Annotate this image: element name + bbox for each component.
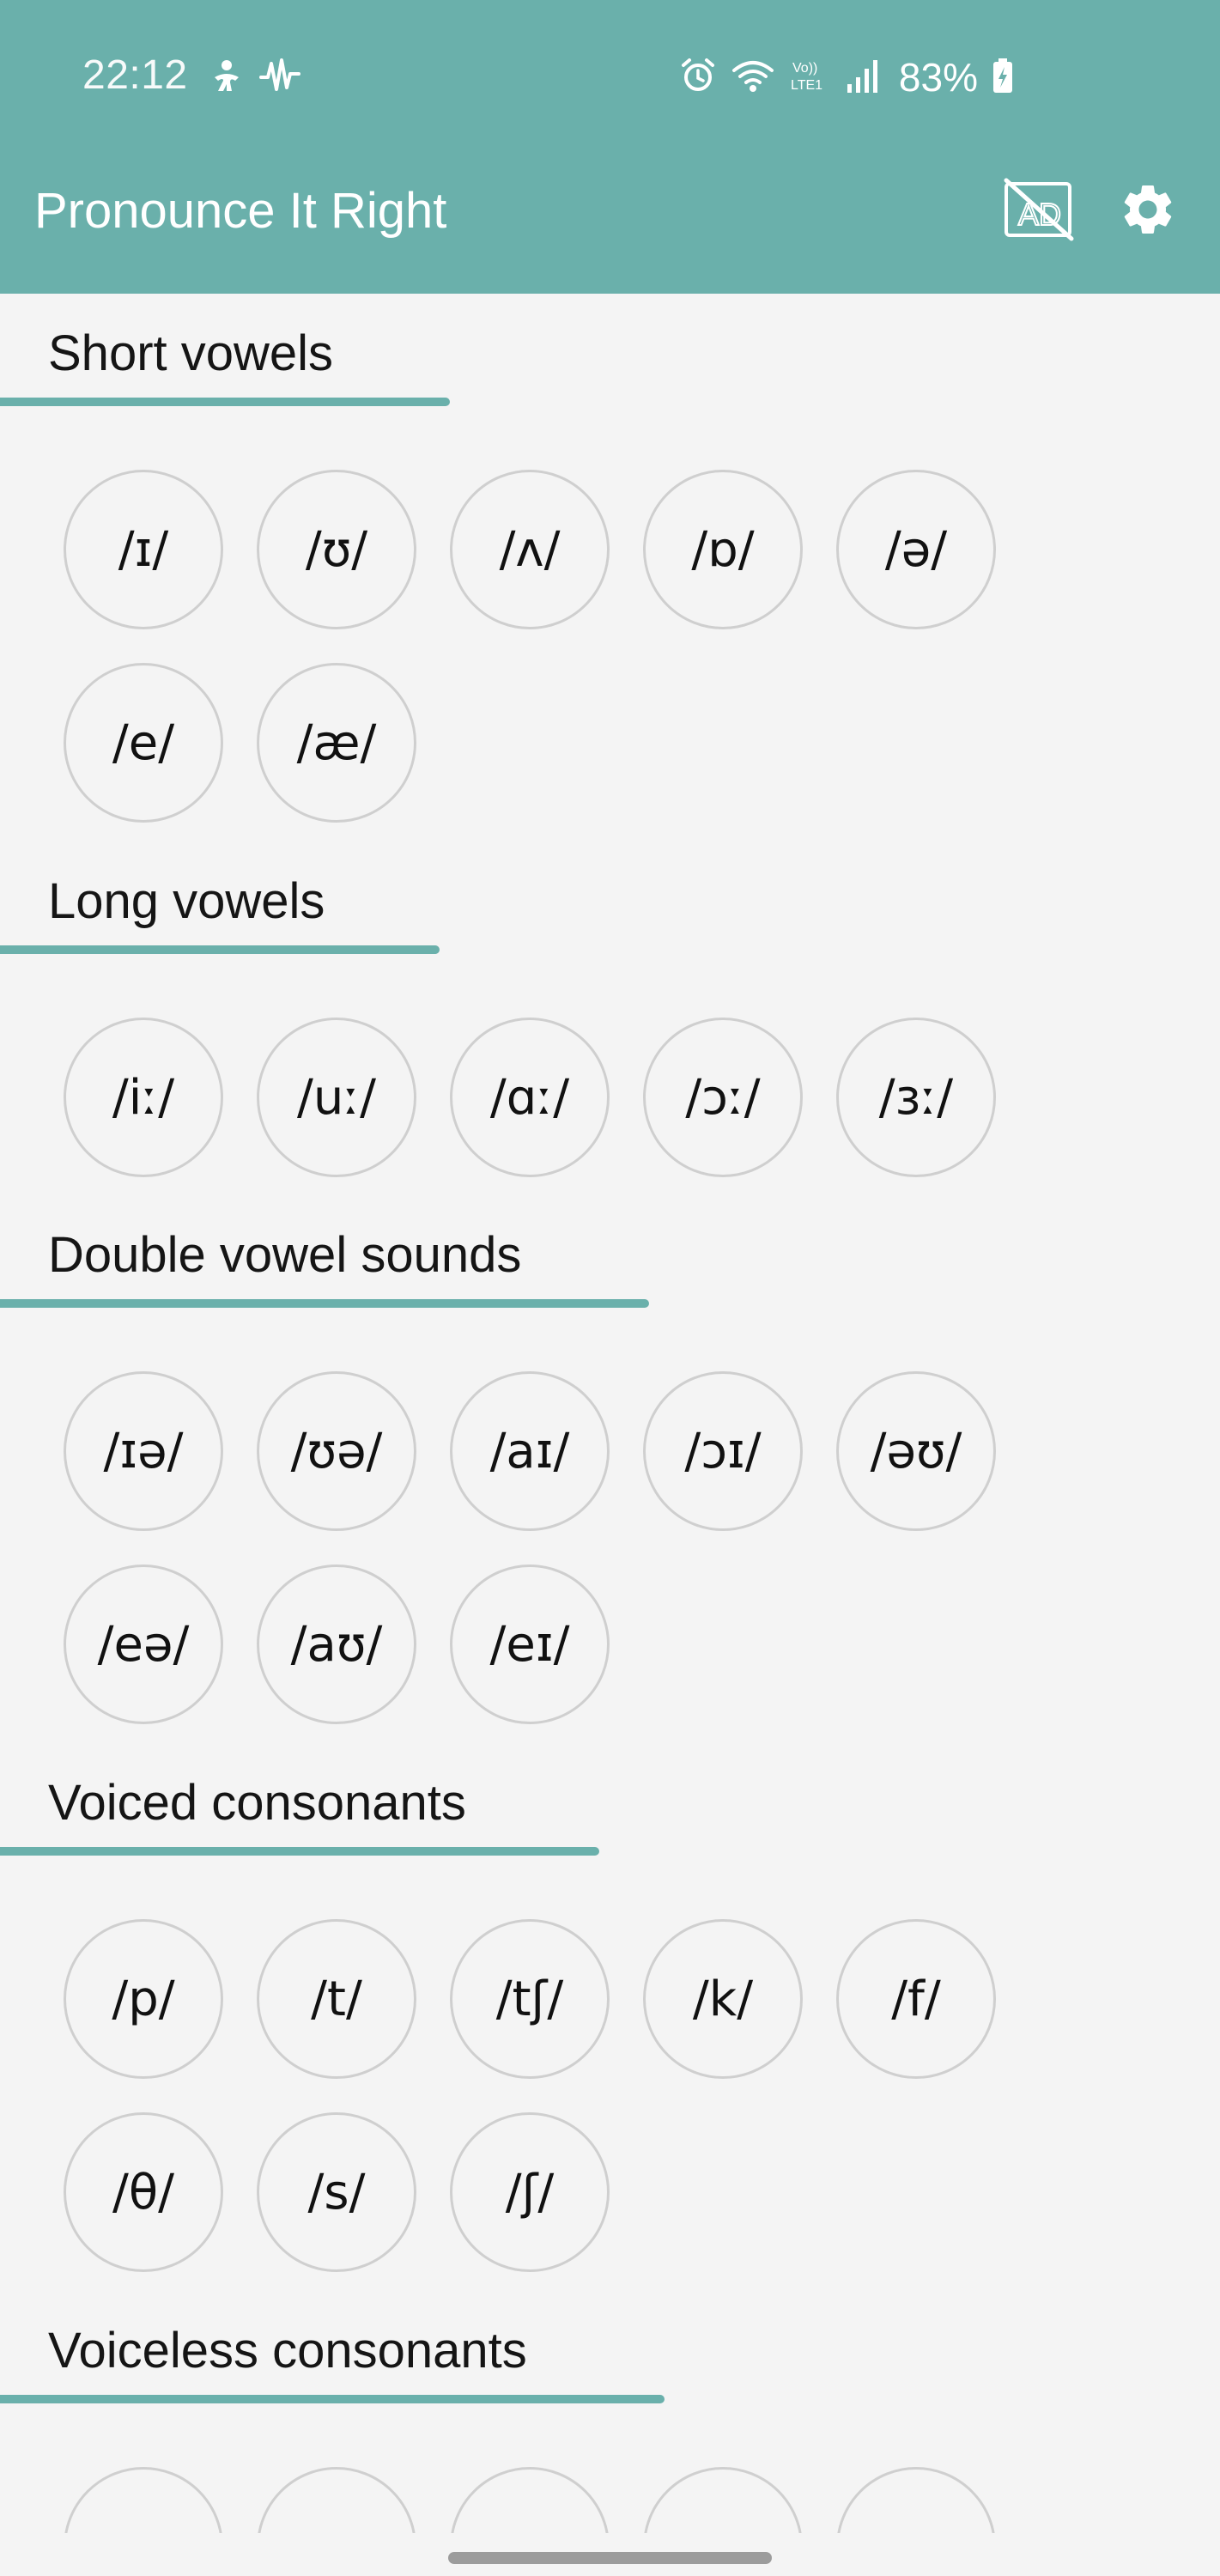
phoneme-button[interactable]: /aɪ/	[450, 1371, 610, 1531]
svg-text:Vo)): Vo))	[792, 61, 817, 76]
phoneme-button[interactable]: /uː/	[257, 1018, 416, 1177]
phoneme-button[interactable]: /k/	[643, 1919, 803, 2079]
section-underline	[0, 945, 440, 954]
signal-icon	[846, 57, 880, 99]
ads-off-icon: AD	[1001, 177, 1075, 246]
svg-text:LTE1: LTE1	[791, 78, 822, 93]
phoneme-button[interactable]: /ɔɪ/	[643, 1371, 803, 1531]
battery-charging-icon	[992, 57, 1014, 99]
phoneme-button[interactable]: /ʊə/	[257, 1371, 416, 1531]
phoneme-grid: /ɪə/ /ʊə/ /aɪ/ /ɔɪ/ /əʊ/ /eə/ /aʊ/ /eɪ/	[64, 1371, 1034, 1724]
battery-percent: 83%	[898, 55, 978, 100]
phoneme-button[interactable]: /f/	[836, 1919, 996, 2079]
wifi-icon	[731, 57, 775, 99]
phoneme-button[interactable]: /ɪə/	[64, 1371, 223, 1531]
phoneme-grid: /ɪ/ /ʊ/ /ʌ/ /ɒ/ /ə/ /e/ /æ/	[64, 470, 1034, 823]
phoneme-grid	[64, 2467, 1034, 2535]
section-underline	[0, 1847, 599, 1856]
phoneme-button[interactable]: /p/	[64, 1919, 223, 2079]
phoneme-button[interactable]: /t/	[257, 1919, 416, 2079]
section-title: Double vowel sounds	[48, 1227, 522, 1283]
status-time: 22:12	[82, 52, 188, 98]
alarm-icon	[679, 57, 717, 99]
section-title: Long vowels	[48, 873, 325, 929]
phoneme-button[interactable]: /aʊ/	[257, 1564, 416, 1724]
phoneme-button[interactable]: /ʃ/	[450, 2112, 610, 2272]
phoneme-button[interactable]: /eɪ/	[450, 1564, 610, 1724]
phoneme-button[interactable]: /s/	[257, 2112, 416, 2272]
phoneme-button[interactable]: /æ/	[257, 663, 416, 823]
remove-ads-button[interactable]: AD	[1000, 173, 1076, 249]
app-bar-actions: AD	[1000, 173, 1186, 249]
settings-button[interactable]	[1110, 173, 1186, 249]
phoneme-button[interactable]: /ɔː/	[643, 1018, 803, 1177]
phoneme-button[interactable]: /eə/	[64, 1564, 223, 1724]
phoneme-button[interactable]: /ʊ/	[257, 470, 416, 629]
section-underline	[0, 398, 450, 406]
section-title: Short vowels	[48, 325, 334, 381]
phoneme-button[interactable]: /ɜː/	[836, 1018, 996, 1177]
phoneme-grid: /p/ /t/ /tʃ/ /k/ /f/ /θ/ /s/ /ʃ/	[64, 1919, 1034, 2272]
phoneme-button[interactable]: /ə/	[836, 470, 996, 629]
phoneme-button[interactable]: /e/	[64, 663, 223, 823]
section-title: Voiceless consonants	[48, 2323, 527, 2379]
phoneme-list[interactable]: Short vowels /ɪ/ /ʊ/ /ʌ/ /ɒ/ /ə/ /e/ /æ/…	[0, 294, 1220, 2535]
home-gesture-handle[interactable]	[448, 2552, 772, 2564]
status-left-icons	[211, 53, 300, 101]
phoneme-button[interactable]: /ɑː/	[450, 1018, 610, 1177]
phoneme-button[interactable]: /əʊ/	[836, 1371, 996, 1531]
phoneme-button[interactable]	[257, 2467, 416, 2535]
accessibility-icon	[211, 58, 242, 97]
phoneme-button[interactable]: /iː/	[64, 1018, 223, 1177]
phoneme-button[interactable]: /tʃ/	[450, 1919, 610, 2079]
phoneme-button[interactable]: /θ/	[64, 2112, 223, 2272]
section-underline	[0, 1299, 649, 1308]
phoneme-button[interactable]	[643, 2467, 803, 2535]
phoneme-button[interactable]	[64, 2467, 223, 2535]
app-header: 22:12 Vo)) LTE1 83% Pronounce It Right A…	[0, 0, 1220, 294]
phoneme-grid: /iː/ /uː/ /ɑː/ /ɔː/ /ɜː/	[64, 1018, 1034, 1177]
phoneme-button[interactable]: /ɒ/	[643, 470, 803, 629]
status-right-icons: Vo)) LTE1 83%	[679, 53, 1014, 101]
section-underline	[0, 2395, 665, 2403]
audio-wave-icon	[259, 57, 300, 99]
gear-icon	[1118, 179, 1178, 244]
navigation-bar	[0, 2533, 1220, 2576]
app-title: Pronounce It Right	[34, 183, 447, 239]
phoneme-button[interactable]	[836, 2467, 996, 2535]
section-title: Voiced consonants	[48, 1775, 466, 1831]
phoneme-button[interactable]: /ʌ/	[450, 470, 610, 629]
phoneme-button[interactable]	[450, 2467, 610, 2535]
phoneme-button[interactable]: /ɪ/	[64, 470, 223, 629]
volte-icon: Vo)) LTE1	[789, 57, 832, 99]
